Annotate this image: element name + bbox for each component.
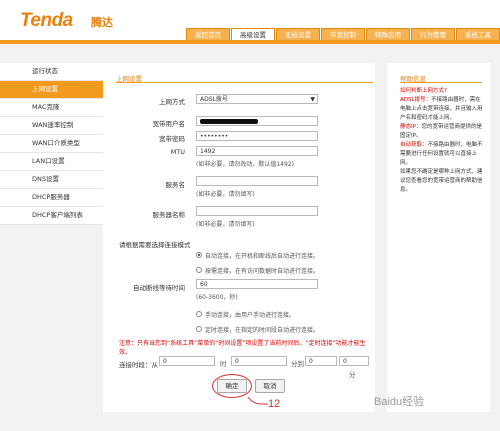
idle-time-hint: (60-3600，秒)	[196, 294, 238, 301]
connection-mode-label: 请根据需要选择连接模式	[119, 241, 191, 249]
sidebar-item-internet[interactable]: 上网设置	[0, 81, 103, 99]
password-label: 宽带密码	[159, 135, 185, 143]
chevron-down-icon: ▼	[310, 96, 315, 103]
help-dynamic-key: 自动获取：	[400, 142, 428, 148]
section-divider	[116, 82, 373, 83]
time-range-label: 连接时段：从	[119, 361, 158, 369]
auto-connect-label: 自动连接，在开机和断线后自动进行连接。	[205, 253, 320, 260]
help-divider	[400, 82, 482, 83]
sidebar-item-lan[interactable]: LAN口设置	[0, 153, 103, 171]
username-field[interactable]	[196, 116, 318, 126]
from-hour-field[interactable]: 0	[159, 356, 215, 366]
sidebar-item-wan-speed[interactable]: WAN速率控制	[0, 117, 103, 135]
password-field[interactable]: ••••••••	[196, 131, 318, 141]
on-demand-label: 按需连接，在有访问数据时自动进行连接。	[205, 268, 320, 275]
timed-label: 定时连接，在指定的时间段自动进行连接。	[205, 327, 320, 334]
watermark: Baidu经验	[374, 396, 425, 408]
warning-text: 注意：只有当您到“系统工具”菜单的“时间设置”项设置了当前时间后，“定时连接”功…	[119, 340, 366, 356]
minute-unit: 分	[349, 371, 356, 379]
mode-select[interactable]: ADSL拨号 ▼	[196, 94, 318, 104]
header: Tenda 腾达 返回首页 高级设置 无线设置 带宽控制 特殊应用 行为管理 系…	[0, 0, 500, 44]
redacted-scribble	[200, 119, 258, 124]
radio-on-demand[interactable]	[196, 267, 202, 273]
server-hint: (如非必要，请勿填写)	[196, 221, 255, 228]
mtu-hint: (如非必要，请勿改动，默认值1492)	[196, 161, 294, 168]
sidebar-item-dns[interactable]: DNS设置	[0, 171, 103, 189]
mode-select-value: ADSL拨号	[200, 96, 228, 103]
mtu-field[interactable]: 1492	[196, 146, 318, 156]
manual-label: 手动连接，由用户手动进行连接。	[205, 312, 296, 319]
help-tail: 如果您不确定是哪种上网方式，建议您查看您的宽带运营商的帮助信息。	[400, 169, 483, 193]
tenda-logo: Tenda	[20, 10, 73, 31]
cancel-button[interactable]: 取消	[255, 379, 285, 393]
idle-time-field[interactable]: 60	[196, 279, 318, 289]
hour-unit: 时	[220, 360, 227, 368]
min-to-unit: 分到	[291, 360, 304, 368]
server-label: 服务器名称	[152, 211, 186, 219]
service-label: 服务名	[165, 181, 186, 189]
sidebar-item-dhcp-server[interactable]: DHCP服务器	[0, 189, 103, 207]
mtu-label: MTU	[170, 148, 185, 156]
from-minute-field[interactable]: 0	[231, 356, 287, 366]
mode-label: 上网方式	[159, 98, 185, 106]
help-static-key: 静态IP：	[400, 124, 422, 130]
sidebar-item-status[interactable]: 运行状态	[0, 63, 103, 81]
annotation-number: 12	[268, 398, 281, 410]
main-content: 上网设置 上网方式 ADSL拨号 ▼ 宽带用户名 宽带密码 •••••••• M…	[103, 63, 375, 412]
sidebar-item-mac-clone[interactable]: MAC克隆	[0, 99, 103, 117]
idle-time-label: 自动断线等待时间	[133, 284, 185, 292]
to-hour-field[interactable]: 0	[305, 356, 337, 366]
radio-timed[interactable]	[196, 326, 202, 332]
help-panel: 帮助信息 如何判断上网方式? ADSL拨号：不接路由器时，需在电脑上点击宽带连接…	[387, 63, 490, 412]
sidebar: 运行状态 上网设置 MAC克隆 WAN速率控制 WAN口介质类型 LAN口设置 …	[0, 63, 103, 225]
radio-manual[interactable]	[196, 311, 202, 317]
help-body: 如何判断上网方式? ADSL拨号：不接路由器时，需在电脑上点击宽带连接，并且输入…	[400, 87, 484, 195]
radio-auto-connect[interactable]	[196, 252, 202, 258]
sidebar-item-wan-media[interactable]: WAN口介质类型	[0, 135, 103, 153]
username-label: 宽带用户名	[152, 120, 186, 128]
help-question: 如何判断上网方式?	[400, 88, 447, 94]
help-adsl-key: ADSL拨号：	[400, 97, 432, 103]
server-name-field[interactable]	[196, 206, 318, 216]
brand-name: 腾达	[91, 16, 113, 29]
sidebar-item-dhcp-clients[interactable]: DHCP客户端列表	[0, 207, 103, 225]
service-hint: (如非必要，请勿填写)	[196, 191, 255, 198]
header-bar	[0, 40, 500, 44]
service-name-field[interactable]	[196, 176, 318, 186]
to-minute-field[interactable]: 0	[339, 356, 369, 366]
